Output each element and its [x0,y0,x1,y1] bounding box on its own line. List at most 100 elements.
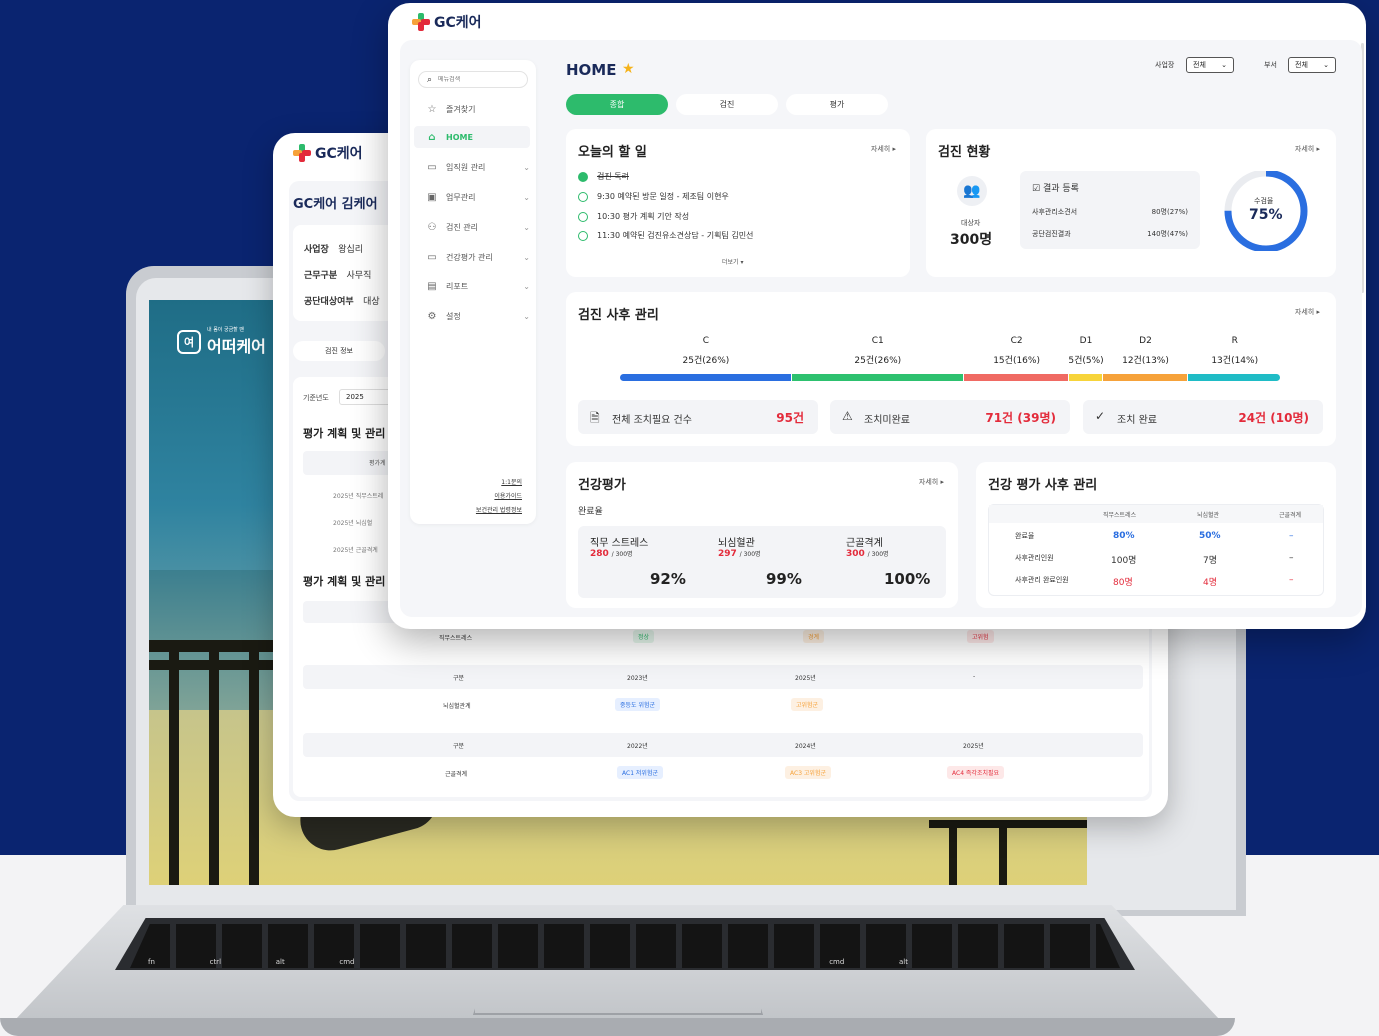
workplace-select[interactable]: 전체 ⌄ [1186,57,1234,73]
sidebar-item-tasks[interactable]: ▣ 업무관리 ⌄ [426,191,530,203]
brand-logo: GC케어 [412,12,482,32]
health-followup-table: 직무스트레스 뇌심혈관 근골격계 완료율 80% 50% – 사후관리인원 10… [988,504,1324,596]
result-row: 공단검진결과 140명(47%) [1032,230,1188,238]
stat-total-needed: 🗎 전체 조치필요 건수 95건 [578,400,818,434]
sidebar-item-settings[interactable]: ⚙ 설정 ⌄ [426,310,530,322]
health-eval-panel: 건강평가 자세히 ▸ 완료율 직무 스트레스 280 / 300명 92% 뇌심… [566,462,958,608]
chevron-down-icon: ⌄ [523,252,530,262]
followup-group-value: 5건(5%) [1068,356,1104,366]
tab-checkup-info[interactable]: 검진 정보 [293,341,385,361]
section-title: 평가 계획 및 관리 [303,427,386,440]
eval-item-stress: 직무 스트레스 280 / 300명 92% [590,538,686,588]
tab-checkup[interactable]: 검진 [676,94,778,115]
link-guide[interactable]: 이용가이드 [476,490,522,504]
warning-icon: ⚠ [842,409,853,423]
followup-segment-r [1188,374,1280,381]
sidebar-item-home[interactable]: ⌂ HOME [414,126,530,148]
report-icon: ▤ [427,280,437,292]
sidebar-item-checkup[interactable]: ⚇ 검진 관리 ⌄ [426,221,530,233]
chevron-down-icon: ⌄ [1221,61,1227,69]
todo-item[interactable]: 11:30 예약된 검진유소견상담 - 기획팀 김민선 [578,230,753,241]
group-icon: ⚇ [427,221,437,233]
gc-plus-icon [412,13,430,31]
sidebar-item-report[interactable]: ▤ 리포트 ⌄ [426,280,530,292]
completion-box: 직무 스트레스 280 / 300명 92% 뇌심혈관 297 / 300명 9… [578,526,946,598]
tab-evaluation[interactable]: 평가 [786,94,888,115]
todo-item[interactable]: 검진 독려 [578,171,629,182]
followup-group-name: D2 [1139,336,1152,346]
followup-segment-c2 [963,374,1069,381]
gc-plus-icon [293,144,311,162]
sidebar-footer-links: 1:1문의 이용가이드 보건관리 법령정보 [476,476,522,518]
home-icon: ⌂ [428,131,436,143]
health-followup-title: 건강 평가 사후 관리 [988,478,1098,493]
target-value: 300명 [950,232,993,248]
search-input[interactable] [438,76,509,83]
workplace-label: 사업장 [1155,61,1175,69]
eval-item-musculo: 근골격계 300 / 300명 100% [846,538,931,588]
todo-item[interactable]: 10:30 평가 계획 기안 작성 [578,211,689,222]
search-icon: ⌕ [427,74,433,85]
followup-group-name: R [1231,336,1238,346]
table-row: 완료율 80% 50% – [1015,531,1294,541]
stress-row: 직무스트레스 정상 경계 고위험 [303,629,1143,645]
followup-group-name: C2 [1010,336,1023,346]
checkbox-icon [578,191,588,202]
chevron-down-icon: ⌄ [523,281,530,291]
person-title: GC케어 김케어 [293,197,378,212]
result-row: 사후관리소견서 80명(27%) [1032,208,1188,216]
dept-select[interactable]: 전체 ⌄ [1288,57,1336,73]
table-header: 직무스트레스 뇌심혈관 근골격계 [989,505,1323,523]
check-circle-icon: ✓ [1095,409,1106,423]
show-more-button[interactable]: 더보기 ▾ [722,257,743,266]
table-head-3: 구분 2022년 2024년 2025년 [303,733,1143,757]
completion-label: 완료율 [578,507,603,517]
chevron-down-icon: ⌄ [523,222,530,232]
stat-complete: ✓ 조치 완료 24건 (10명) [1083,400,1323,434]
todo-title: 오늘의 할 일 [578,145,647,160]
dept-label: 부서 [1264,61,1277,69]
followup-group-value: 13건(14%) [1211,356,1259,366]
sidebar-item-health-eval[interactable]: ▭ 건강평가 관리 ⌄ [426,251,530,263]
menu-search[interactable]: ⌕ [418,71,528,88]
checkup-more-link[interactable]: 자세히 ▸ [1295,144,1320,154]
eval-item-cardio: 뇌심혈관 297 / 300명 99% [718,538,802,588]
todo-item[interactable]: 9:30 예약된 방문 일정 - 제조팀 이현우 [578,191,729,202]
followup-segment-d2 [1102,374,1188,381]
briefcase-icon: ▣ [427,191,437,203]
check-done-icon [578,171,588,182]
laptop-base-edge [0,1018,1235,1036]
checkbox-icon [578,211,588,222]
keyboard-legend: fn ctrl alt cmd cmd alt [148,958,908,966]
todo-panel: 오늘의 할 일 자세히 ▸ 검진 독려 9:30 예약된 방문 일정 - 제조팀… [566,129,910,277]
followup-group-name: C [702,336,710,346]
todo-more-link[interactable]: 자세히 ▸ [871,144,896,154]
donut-label: 수검율 [1254,197,1274,205]
followup-group-value: 12건(13%) [1122,356,1169,366]
trackpad [473,977,763,1015]
document-icon: 🗎 [590,411,600,425]
followup-title: 검진 사후 관리 [578,308,659,323]
donut-value: 75% [1249,207,1283,223]
gear-icon: ⚙ [427,310,437,322]
target-label: 대상자 [961,219,981,227]
cardio-row: 뇌심혈관계 중등도 위험군 고위험군 [303,697,1143,713]
checkbox-icon: ☑ [1032,184,1041,194]
info-list: 사업장 왕십리 근무구분 사무직 공단대상여부 대상 [304,245,380,307]
page-title: HOME [566,61,617,79]
brand-logo: GC케어 [293,143,363,163]
year-label: 기준년도 [303,394,329,402]
followup-group-value: 15건(16%) [993,356,1040,366]
health-eval-more-link[interactable]: 자세히 ▸ [919,477,944,487]
sidebar-item-employees[interactable]: ▭ 임직원 관리 ⌄ [426,161,530,173]
followup-segment-c [620,374,791,381]
followup-more-link[interactable]: 자세히 ▸ [1295,307,1320,317]
tab-overview[interactable]: 종합 [566,94,668,115]
followup-group-value: 25건(26%) [682,356,730,366]
sidebar-item-favorites[interactable]: ☆ 즐겨찾기 [426,103,530,115]
screen-brand-logo: 여 내 몸이 궁금할 땐 어떠케어 [177,326,266,357]
link-inquiry[interactable]: 1:1문의 [476,476,522,490]
favorite-star-icon[interactable]: ★ [622,61,635,77]
folder-icon: ▭ [427,161,437,173]
link-laws[interactable]: 보건관리 법령정보 [476,504,522,518]
